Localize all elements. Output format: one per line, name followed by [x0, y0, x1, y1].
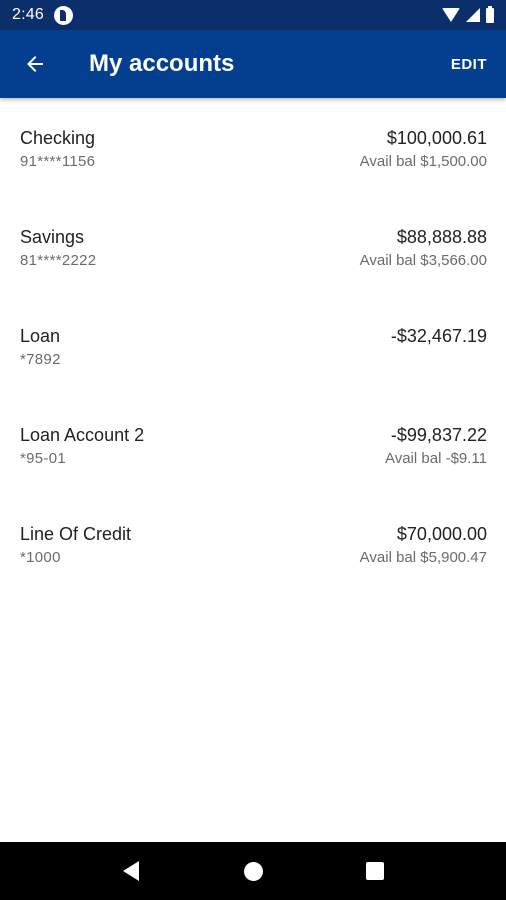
account-name: Loan Account 2	[20, 425, 145, 445]
account-name: Checking	[20, 128, 96, 148]
account-number: *1000	[20, 549, 61, 566]
system-nav-bar	[0, 842, 506, 900]
account-list: Checking 91****1156 $100,000.61 Avail ba…	[0, 98, 506, 593]
account-row-checking[interactable]: Checking 91****1156 $100,000.61 Avail ba…	[0, 98, 506, 197]
page-title: My accounts	[89, 50, 235, 77]
account-number: *7892	[20, 351, 61, 368]
account-row-line-of-credit[interactable]: Line Of Credit *1000 $70,000.00 Avail ba…	[0, 494, 506, 593]
account-row-savings[interactable]: Savings 81****2222 $88,888.88 Avail bal …	[0, 197, 506, 296]
account-number: *95-01	[20, 450, 67, 467]
available-balance: Avail bal $3,566.00	[359, 252, 487, 269]
account-row-loan[interactable]: Loan *7892 -$32,467.19	[0, 296, 506, 395]
triangle-back-icon	[123, 861, 139, 881]
status-bar: 2:46	[0, 0, 506, 30]
account-number: 91****1156	[20, 153, 96, 170]
account-number: 81****2222	[20, 252, 97, 269]
nav-home-button[interactable]	[233, 851, 273, 891]
account-name: Savings	[20, 227, 85, 247]
account-name: Line Of Credit	[20, 524, 132, 544]
account-balance: $88,888.88	[396, 227, 487, 247]
account-name: Loan	[20, 326, 61, 346]
circle-home-icon	[243, 861, 263, 881]
nav-back-button[interactable]	[111, 851, 151, 891]
back-button[interactable]	[0, 30, 70, 98]
status-time: 2:46	[12, 6, 44, 23]
app-notification-icon	[53, 5, 73, 25]
arrow-left-icon	[27, 56, 43, 72]
available-balance: Avail bal -$9.11	[384, 450, 487, 467]
signal-icon	[466, 8, 480, 22]
wifi-icon	[442, 8, 460, 22]
status-icons	[442, 5, 494, 23]
battery-icon	[486, 5, 494, 23]
account-balance: -$32,467.19	[390, 326, 487, 346]
available-balance: Avail bal $1,500.00	[359, 153, 487, 170]
account-row-loan-account-2[interactable]: Loan Account 2 *95-01 -$99,837.22 Avail …	[0, 395, 506, 494]
available-balance: Avail bal $5,900.47	[359, 549, 487, 566]
account-balance: $100,000.61	[386, 128, 487, 148]
edit-button[interactable]: EDIT	[432, 56, 506, 73]
square-recents-icon	[366, 862, 384, 880]
account-balance: $70,000.00	[396, 524, 487, 544]
account-balance: -$99,837.22	[390, 425, 487, 445]
nav-recents-button[interactable]	[355, 851, 395, 891]
app-bar: My accounts EDIT	[0, 30, 506, 98]
